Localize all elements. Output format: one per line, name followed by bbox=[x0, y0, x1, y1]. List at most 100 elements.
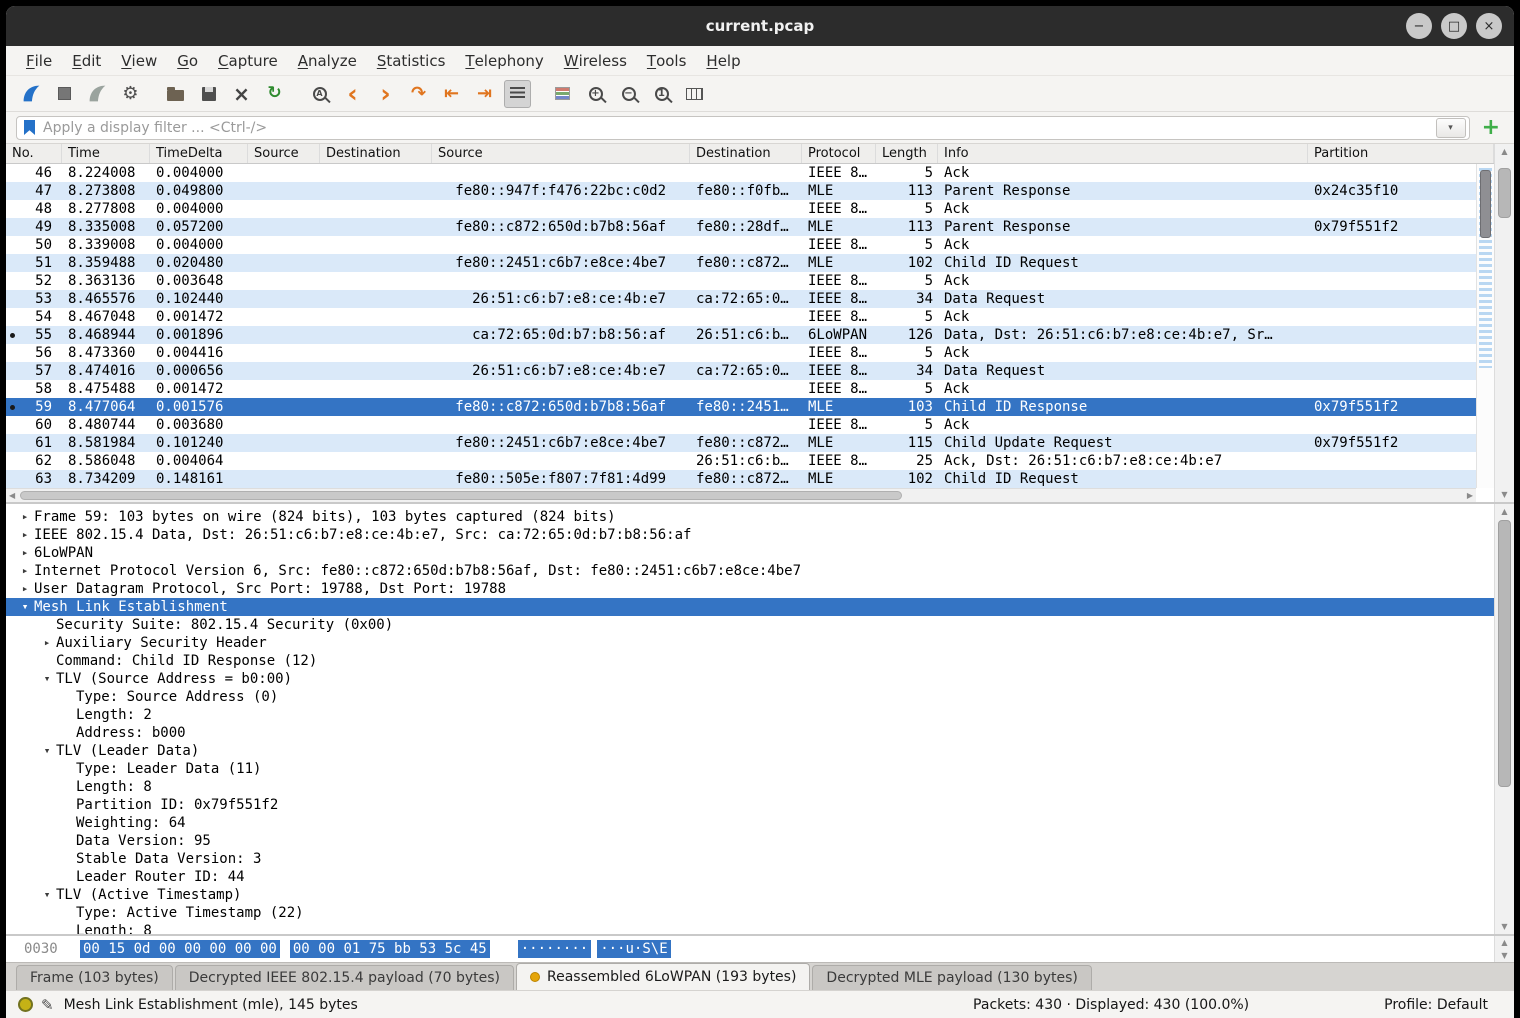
filter-history-dropdown[interactable]: ▾ bbox=[1436, 118, 1466, 138]
column-header-source-5[interactable]: Source bbox=[432, 144, 690, 163]
menu-telephony[interactable]: Telephony bbox=[455, 46, 553, 75]
stop-capture-button[interactable] bbox=[51, 80, 78, 108]
scroll-right-icon[interactable]: ▶ bbox=[1467, 491, 1473, 500]
restart-capture-button[interactable] bbox=[84, 80, 111, 108]
scroll-down-icon[interactable]: ▼ bbox=[1495, 490, 1514, 499]
zoom-100-button[interactable]: 1 bbox=[648, 80, 675, 108]
zoom-out-button[interactable]: − bbox=[615, 80, 642, 108]
reload-file-button[interactable]: ↻ bbox=[261, 80, 288, 108]
menu-view[interactable]: View bbox=[111, 46, 167, 75]
go-to-packet-button[interactable]: ↷ bbox=[405, 80, 432, 108]
close-button[interactable]: × bbox=[1476, 13, 1502, 39]
expand-arrow-icon[interactable]: ▸ bbox=[38, 634, 56, 652]
detail-line-6lowpan[interactable]: ▸6LoWPAN bbox=[6, 544, 1494, 562]
expand-arrow-icon[interactable]: ▸ bbox=[16, 580, 34, 598]
detail-line-type-source-address-0[interactable]: Type: Source Address (0) bbox=[6, 688, 1494, 706]
detail-line-address-b000[interactable]: Address: b000 bbox=[6, 724, 1494, 742]
collapse-arrow-icon[interactable]: ▾ bbox=[38, 886, 56, 904]
packet-row-48[interactable]: 488.2778080.004000IEEE 8…5Ack bbox=[6, 200, 1476, 218]
packet-row-49[interactable]: 498.3350080.057200fe80::c872:650d:b7b8:5… bbox=[6, 218, 1476, 236]
column-header-length-8[interactable]: Length bbox=[876, 144, 938, 163]
hex-ascii-group1[interactable]: ········ bbox=[518, 940, 591, 958]
go-first-packet-button[interactable]: ⇤ bbox=[438, 80, 465, 108]
detail-line-mesh-link-establishment[interactable]: ▾Mesh Link Establishment bbox=[6, 598, 1494, 616]
column-header-protocol-7[interactable]: Protocol bbox=[802, 144, 876, 163]
hex-ascii-group2[interactable]: ···u·S\E bbox=[597, 940, 670, 958]
detail-line-security-suite-802-15-4-security-0x00[interactable]: Security Suite: 802.15.4 Security (0x00) bbox=[6, 616, 1494, 634]
column-header-info-9[interactable]: Info bbox=[938, 144, 1308, 163]
menu-tools[interactable]: Tools bbox=[637, 46, 697, 75]
detail-line-auxiliary-security-header[interactable]: ▸Auxiliary Security Header bbox=[6, 634, 1494, 652]
detail-line-tlv-leader-data[interactable]: ▾TLV (Leader Data) bbox=[6, 742, 1494, 760]
add-filter-button[interactable]: + bbox=[1482, 117, 1500, 139]
detail-line-leader-router-id-44[interactable]: Leader Router ID: 44 bbox=[6, 868, 1494, 886]
save-file-button[interactable] bbox=[195, 80, 222, 108]
expert-info-icon[interactable] bbox=[18, 997, 33, 1012]
capture-comment-icon[interactable]: ✎ bbox=[41, 996, 54, 1014]
packet-row-57[interactable]: 578.4740160.00065626:51:c6:b7:e8:ce:4b:e… bbox=[6, 362, 1476, 380]
packet-row-56[interactable]: 568.4733600.004416IEEE 8…5Ack bbox=[6, 344, 1476, 362]
column-header-partition-10[interactable]: Partition bbox=[1308, 144, 1494, 163]
status-profile[interactable]: Profile: Default bbox=[1384, 997, 1488, 1013]
detail-line-length-8[interactable]: Length: 8 bbox=[6, 922, 1494, 934]
column-header-timedelta-2[interactable]: TimeDelta bbox=[150, 144, 248, 163]
detail-line-length-8[interactable]: Length: 8 bbox=[6, 778, 1494, 796]
packet-row-53[interactable]: 538.4655760.10244026:51:c6:b7:e8:ce:4b:e… bbox=[6, 290, 1476, 308]
menu-capture[interactable]: Capture bbox=[208, 46, 288, 75]
packet-list-hscrollbar[interactable]: ◀ ▶ bbox=[6, 488, 1476, 502]
scroll-left-icon[interactable]: ◀ bbox=[9, 491, 15, 500]
detail-line-stable-data-version-3[interactable]: Stable Data Version: 3 bbox=[6, 850, 1494, 868]
find-packet-button[interactable]: A bbox=[306, 80, 333, 108]
packet-row-55[interactable]: 558.4689440.001896ca:72:65:0d:b7:b8:56:a… bbox=[6, 326, 1476, 344]
close-file-button[interactable]: × bbox=[228, 80, 255, 108]
detail-line-ieee-802-15-4-data-dst-26-51-c6-b7-e8-ce[interactable]: ▸IEEE 802.15.4 Data, Dst: 26:51:c6:b7:e8… bbox=[6, 526, 1494, 544]
byte-tab-decrypted-ieee-802-15-4-payload-70-bytes[interactable]: Decrypted IEEE 802.15.4 payload (70 byte… bbox=[175, 965, 514, 990]
packet-row-58[interactable]: 588.4754880.001472IEEE 8…5Ack bbox=[6, 380, 1476, 398]
packet-row-61[interactable]: 618.5819840.101240fe80::2451:c6b7:e8ce:4… bbox=[6, 434, 1476, 452]
titlebar[interactable]: current.pcap −□× bbox=[6, 6, 1514, 46]
column-header-destination-6[interactable]: Destination bbox=[690, 144, 802, 163]
column-header-time-1[interactable]: Time bbox=[62, 144, 150, 163]
expand-arrow-icon[interactable]: ▸ bbox=[16, 526, 34, 544]
details-vscrollbar[interactable]: ▲ ▼ bbox=[1494, 504, 1514, 934]
vscroll-thumb[interactable] bbox=[1498, 520, 1511, 787]
menu-statistics[interactable]: Statistics bbox=[367, 46, 456, 75]
menu-help[interactable]: Help bbox=[696, 46, 750, 75]
minimap-thumb[interactable] bbox=[1480, 170, 1491, 238]
packet-row-63[interactable]: 638.7342090.148161fe80::505e:f807:7f81:4… bbox=[6, 470, 1476, 488]
detail-line-frame-59-103-bytes-on-wire-824-bits-103-[interactable]: ▸Frame 59: 103 bytes on wire (824 bits),… bbox=[6, 508, 1494, 526]
display-filter-input[interactable] bbox=[43, 120, 1436, 136]
vscroll-thumb[interactable] bbox=[1498, 168, 1511, 218]
hex-bytes-group1[interactable]: 00 15 0d 00 00 00 00 00 bbox=[80, 940, 280, 958]
detail-line-user-datagram-protocol-src-port-19788-ds[interactable]: ▸User Datagram Protocol, Src Port: 19788… bbox=[6, 580, 1494, 598]
packet-row-46[interactable]: 468.2240080.004000IEEE 8…5Ack bbox=[6, 164, 1476, 182]
packet-list-minimap-scrollbar[interactable] bbox=[1476, 164, 1494, 488]
menu-file[interactable]: File bbox=[16, 46, 62, 75]
detail-line-weighting-64[interactable]: Weighting: 64 bbox=[6, 814, 1494, 832]
detail-line-command-child-id-response-12[interactable]: Command: Child ID Response (12) bbox=[6, 652, 1494, 670]
hscroll-thumb[interactable] bbox=[20, 491, 902, 500]
hex-bytes-group2[interactable]: 00 00 01 75 bb 53 5c 45 bbox=[290, 940, 490, 958]
scroll-down-icon[interactable]: ▼ bbox=[1495, 922, 1514, 931]
detail-line-tlv-active-timestamp[interactable]: ▾TLV (Active Timestamp) bbox=[6, 886, 1494, 904]
packet-row-47[interactable]: 478.2738080.049800fe80::947f:f476:22bc:c… bbox=[6, 182, 1476, 200]
packet-row-54[interactable]: 548.4670480.001472IEEE 8…5Ack bbox=[6, 308, 1476, 326]
byte-tab-reassembled-6lowpan-193-bytes[interactable]: Reassembled 6LoWPAN (193 bytes) bbox=[516, 963, 810, 990]
packet-row-52[interactable]: 528.3631360.003648IEEE 8…5Ack bbox=[6, 272, 1476, 290]
detail-line-data-version-95[interactable]: Data Version: 95 bbox=[6, 832, 1494, 850]
collapse-arrow-icon[interactable]: ▾ bbox=[38, 742, 56, 760]
column-header-source-3[interactable]: Source bbox=[248, 144, 320, 163]
detail-line-type-leader-data-11[interactable]: Type: Leader Data (11) bbox=[6, 760, 1494, 778]
menu-wireless[interactable]: Wireless bbox=[554, 46, 637, 75]
capture-options-button[interactable]: ⚙ bbox=[117, 80, 144, 108]
zoom-in-button[interactable]: + bbox=[582, 80, 609, 108]
scroll-up-icon[interactable]: ▲ bbox=[1495, 147, 1514, 156]
byte-tab-frame-103-bytes[interactable]: Frame (103 bytes) bbox=[16, 965, 173, 990]
minimize-button[interactable]: − bbox=[1406, 13, 1432, 39]
packet-list-vscrollbar[interactable]: ▲ ▼ bbox=[1494, 144, 1514, 502]
packet-row-59[interactable]: 598.4770640.001576fe80::c872:650d:b7b8:5… bbox=[6, 398, 1476, 416]
expand-arrow-icon[interactable]: ▸ bbox=[16, 562, 34, 580]
packet-row-51[interactable]: 518.3594880.020480fe80::2451:c6b7:e8ce:4… bbox=[6, 254, 1476, 272]
menu-go[interactable]: Go bbox=[167, 46, 208, 75]
collapse-arrow-icon[interactable]: ▾ bbox=[16, 598, 34, 616]
